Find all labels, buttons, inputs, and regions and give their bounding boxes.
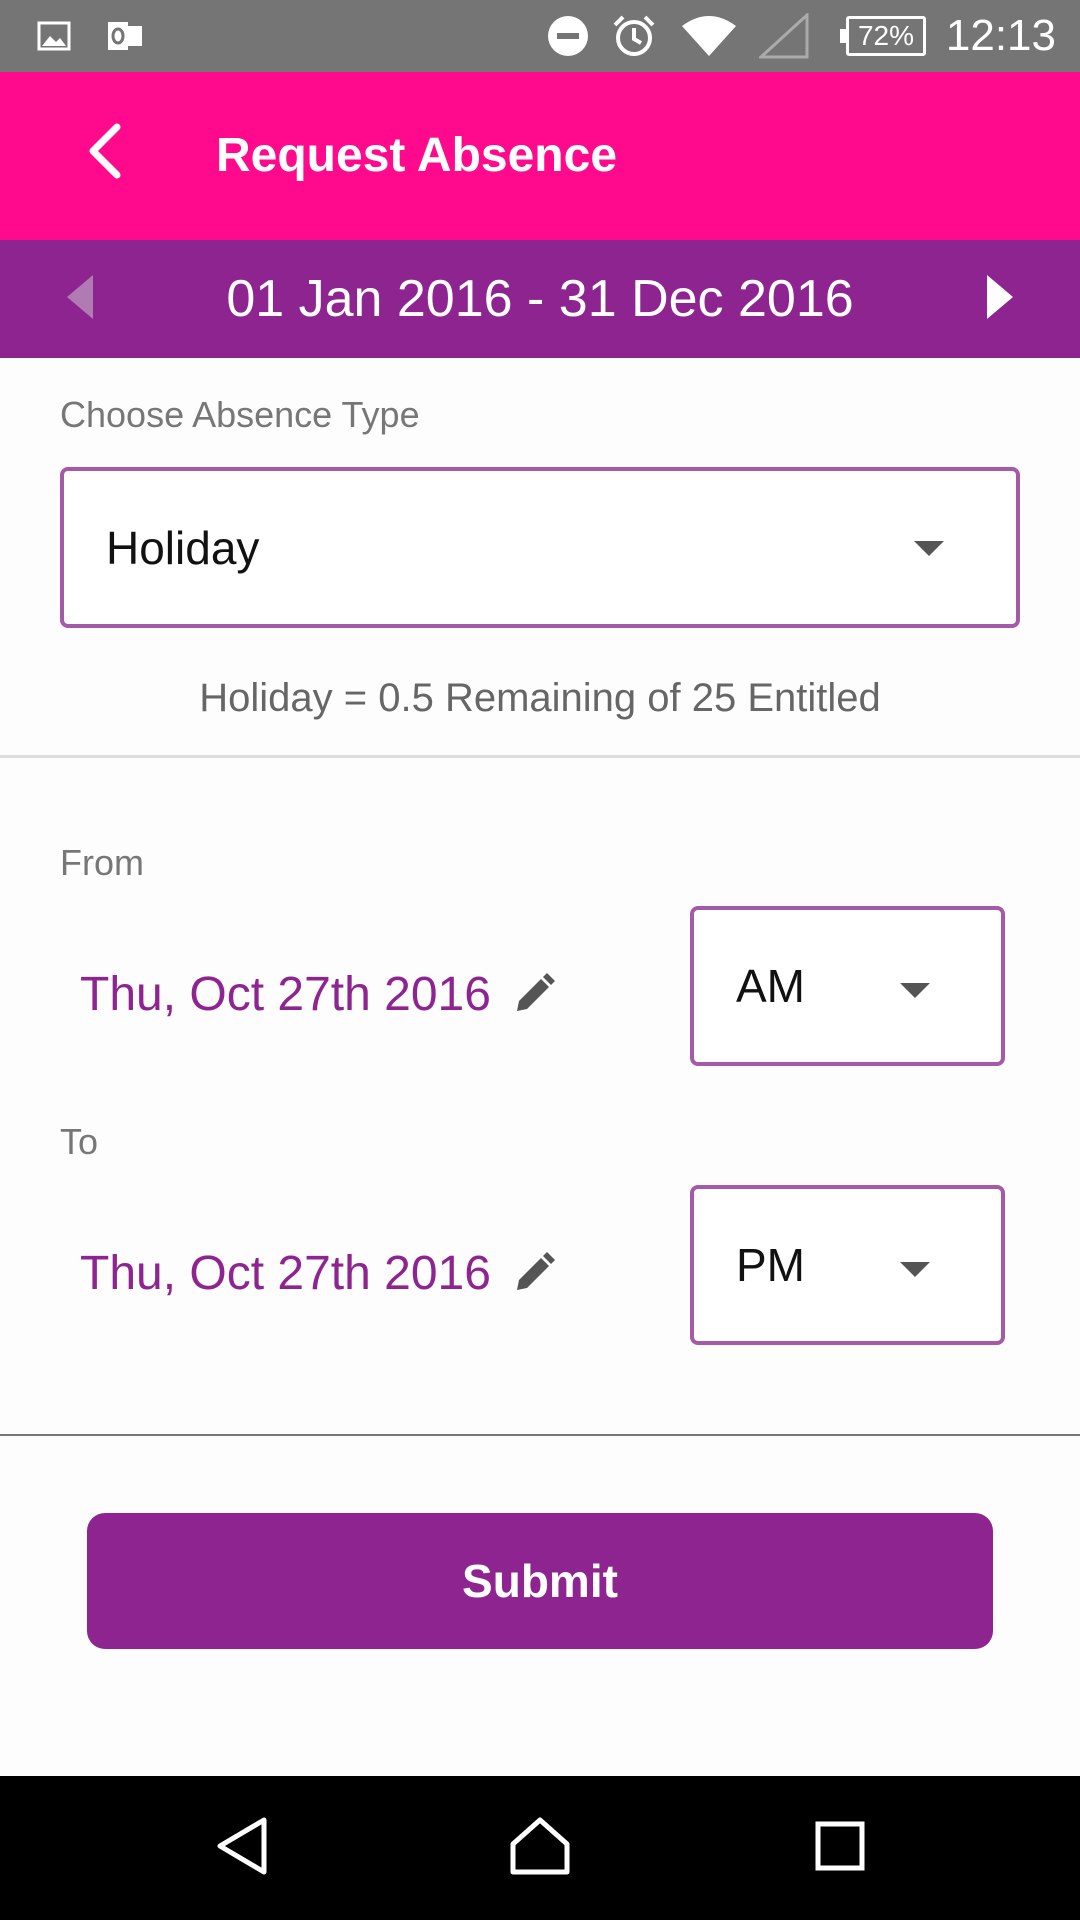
wifi-icon [680,0,738,72]
back-button[interactable] [60,108,150,198]
nav-home-button[interactable] [492,1800,588,1896]
divider [0,755,1080,758]
to-date-picker[interactable]: Thu, Oct 27th 2016 [80,1241,491,1305]
from-label: From [60,842,144,883]
chevron-down-icon [914,541,944,556]
home-icon [509,1816,571,1881]
battery-indicator: 72% [840,16,926,56]
gallery-icon [34,0,74,72]
to-label: To [60,1121,99,1162]
absence-type-label: Choose Absence Type [60,394,420,435]
chevron-down-icon [900,1262,930,1277]
app-toolbar: Request Absence [0,72,1080,240]
from-date-picker[interactable]: Thu, Oct 27th 2016 [80,962,491,1026]
recents-icon [814,1820,866,1877]
absence-type-select[interactable]: Holiday [60,467,1020,628]
period-selector: 01 Jan 2016 - 31 Dec 2016 [0,240,1080,358]
alarm-icon [610,0,658,72]
page-title: Request Absence [216,129,618,182]
from-half-day-value: AM [736,960,805,1012]
entitlement-summary: Holiday = 0.5 Remaining of 25 Entitled [199,676,881,720]
submit-button[interactable]: Submit [87,1513,993,1649]
chevron-left-icon [85,123,125,184]
from-half-day-select[interactable]: AM [690,906,1005,1066]
next-period-button[interactable] [974,262,1024,336]
to-half-day-select[interactable]: PM [690,1185,1005,1345]
previous-period-button[interactable] [56,262,106,336]
navigation-bar [0,1776,1080,1920]
pencil-icon[interactable] [512,1251,556,1295]
chevron-down-icon [900,983,930,998]
nav-recents-button[interactable] [792,1800,888,1896]
clock: 12:13 [945,11,1056,60]
to-half-day-value: PM [736,1239,805,1291]
pencil-icon[interactable] [512,972,556,1016]
do-not-disturb-icon [544,0,592,72]
outlook-icon [104,0,146,72]
divider [0,1434,1080,1436]
triangle-right-icon [985,274,1013,324]
signal-icon [758,0,810,72]
absence-type-value: Holiday [106,521,260,574]
back-triangle-icon [214,1816,270,1881]
triangle-left-icon [67,274,95,324]
status-bar: 72% 12:13 [0,0,1080,72]
nav-back-button[interactable] [194,1800,290,1896]
period-range: 01 Jan 2016 - 31 Dec 2016 [226,270,854,328]
